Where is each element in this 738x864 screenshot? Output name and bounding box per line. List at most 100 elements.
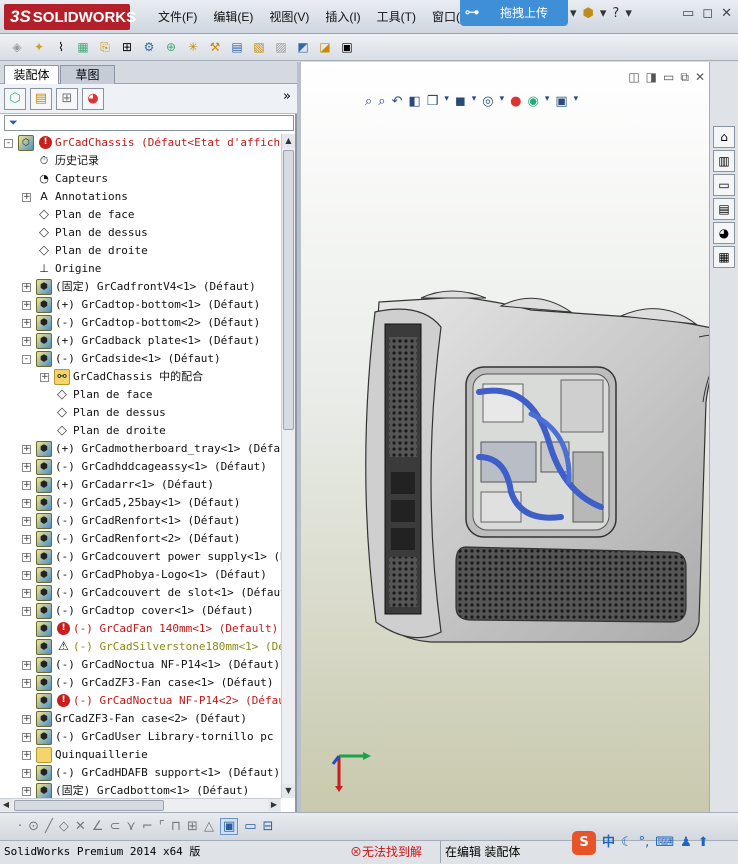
- solidworks-logo[interactable]: 3S SOLIDWORKS: [4, 4, 136, 30]
- linear-pattern-icon[interactable]: ⊞: [118, 38, 136, 56]
- property-manager-icon[interactable]: ▤: [30, 87, 52, 110]
- explode-line-sketch-icon[interactable]: ◪: [316, 38, 334, 56]
- view-palette-icon[interactable]: ▤: [713, 198, 735, 220]
- scroll-thumb[interactable]: [14, 800, 164, 811]
- tree-item[interactable]: + ⬢ (+) GrCadback plate<1> (Défaut): [0, 332, 281, 350]
- tree-item[interactable]: + ⬢ (固定) GrCadbottom<1> (Défaut): [0, 782, 281, 798]
- tree-item[interactable]: + ⬢ (+) GrCadarr<1> (Défaut): [0, 476, 281, 494]
- tree-item[interactable]: + ⬢ (-) GrCad5,25bay<1> (Défaut): [0, 494, 281, 512]
- bill-of-materials-icon[interactable]: ▨: [272, 38, 290, 56]
- mate-icon[interactable]: ⎘: [96, 38, 114, 56]
- expand-icon[interactable]: +: [22, 589, 31, 598]
- tree-item[interactable]: + Quinquaillerie: [0, 746, 281, 764]
- collapse-icon[interactable]: -: [22, 355, 31, 364]
- expand-icon[interactable]: +: [22, 517, 31, 526]
- tree-item[interactable]: + ⬢ (-) GrCadhddcageassy<1> (Défaut): [0, 458, 281, 476]
- open-icon[interactable]: ✦: [30, 38, 48, 56]
- expand-icon[interactable]: +: [22, 319, 31, 328]
- help-icon[interactable]: ?: [612, 6, 619, 21]
- tree-item[interactable]: + ⬢ (固定) GrCadfrontV4<1> (Défaut): [0, 278, 281, 296]
- chevron-down-icon[interactable]: ▾: [625, 6, 632, 21]
- expand-icon[interactable]: +: [22, 679, 31, 688]
- exploded-view-icon[interactable]: ◩: [294, 38, 312, 56]
- expand-icon[interactable]: +: [22, 733, 31, 742]
- tree-item[interactable]: + ⬢ (+) GrCadmotherboard_tray<1> (Défaut): [0, 440, 281, 458]
- tree-item[interactable]: ⬢ ⚠ (-) GrCadSilverstone180mm<1> (Défaut): [0, 638, 281, 656]
- paperclip-icon[interactable]: ⌇: [52, 38, 70, 56]
- point-icon[interactable]: ·: [18, 819, 22, 834]
- tree-item[interactable]: + ⬢ (-) GrCadtop cover<1> (Défaut): [0, 602, 281, 620]
- assembly-features-icon[interactable]: ⚒: [206, 38, 224, 56]
- polygon-icon[interactable]: ◇: [59, 819, 69, 834]
- scroll-down-icon[interactable]: ▼: [282, 784, 295, 798]
- expand-icon[interactable]: +: [22, 283, 31, 292]
- tree-item[interactable]: -⬡!GrCadChassis (Défaut<Etat d'affichage…: [0, 134, 281, 152]
- tree-item[interactable]: ⊥ Origine: [0, 260, 281, 278]
- tree-item[interactable]: ◇ Plan de face: [0, 206, 281, 224]
- tree-item[interactable]: ◇ Plan de droite: [0, 242, 281, 260]
- corner-icon[interactable]: ⌐: [142, 819, 153, 834]
- menu-tools[interactable]: 工具(T): [369, 8, 424, 25]
- expand-icon[interactable]: +: [22, 337, 31, 346]
- tree-item[interactable]: + ⬢ (+) GrCadtop-bottom<1> (Défaut): [0, 296, 281, 314]
- expand-icon[interactable]: +: [22, 715, 31, 724]
- tree-item[interactable]: + ⬢(-) GrCadUser Library-tornillo pc 16<1…: [0, 728, 281, 746]
- drag-upload-button[interactable]: ⊶ 拖拽上传: [460, 0, 568, 26]
- tree-item[interactable]: ⬢! (-) GrCadFan 140mm<1> (Default): [0, 620, 281, 638]
- expand-icon[interactable]: +: [22, 301, 31, 310]
- tree-item[interactable]: ◔ Capteurs: [0, 170, 281, 188]
- menu-file[interactable]: 文件(F): [150, 8, 205, 25]
- tree-item[interactable]: + ⬢ (-) GrCadtop-bottom<2> (Défaut): [0, 314, 281, 332]
- single-view-icon[interactable]: ▭: [244, 819, 256, 834]
- two-view-icon[interactable]: ⊟: [263, 819, 274, 834]
- restore-icon[interactable]: ◻: [702, 6, 713, 21]
- new-icon[interactable]: ◈: [8, 38, 26, 56]
- rectangle-icon[interactable]: ⌜: [159, 819, 165, 834]
- smart-fasteners-icon[interactable]: ⚙: [140, 38, 158, 56]
- punctuation-icon[interactable]: °,: [639, 832, 650, 854]
- new-motion-study-icon[interactable]: ▧: [250, 38, 268, 56]
- menu-edit[interactable]: 编辑(E): [205, 8, 261, 25]
- custom-properties-icon[interactable]: ▦: [713, 246, 735, 268]
- circle-icon[interactable]: ⊙: [28, 819, 39, 834]
- show-hidden-icon[interactable]: ✳: [184, 38, 202, 56]
- expand-icon[interactable]: +: [22, 499, 31, 508]
- grid-icon[interactable]: ⊞: [187, 819, 198, 834]
- tree-item[interactable]: ◇ Plan de droite: [0, 422, 281, 440]
- tree-item[interactable]: + ⚯ GrCadChassis 中的配合: [0, 368, 281, 386]
- more-tabs-icon[interactable]: »: [283, 89, 291, 104]
- tree-item[interactable]: ⬢! (-) GrCadNoctua NF-P14<2> (Défaut): [0, 692, 281, 710]
- status-error[interactable]: ⊗无法找到解: [350, 841, 422, 863]
- instant3d-icon[interactable]: ▣: [338, 38, 356, 56]
- expand-icon[interactable]: +: [22, 553, 31, 562]
- tree-item[interactable]: + ⬢ (-) GrCadRenfort<2> (Défaut): [0, 530, 281, 548]
- angle-icon[interactable]: ∠: [92, 819, 104, 834]
- offset-icon[interactable]: ⊂: [109, 819, 120, 834]
- tree-item[interactable]: + ⬢ (-) GrCadHDAFB support<1> (Défaut): [0, 764, 281, 782]
- scroll-up-icon[interactable]: ▲: [282, 134, 295, 148]
- design-library-icon[interactable]: ▥: [713, 150, 735, 172]
- home-icon[interactable]: ⌂: [713, 126, 735, 148]
- expand-icon[interactable]: +: [22, 787, 31, 796]
- sogou-logo-icon[interactable]: S: [572, 831, 596, 855]
- tree-item[interactable]: + ⬢ (-) GrCadZF3-Fan case<1> (Défaut): [0, 674, 281, 692]
- 3d-view-icon[interactable]: ▣: [219, 818, 239, 835]
- expand-icon[interactable]: +: [22, 535, 31, 544]
- open-file-icon[interactable]: ⬢: [583, 6, 594, 21]
- expand-icon[interactable]: +: [22, 607, 31, 616]
- line-icon[interactable]: ╱: [45, 819, 53, 834]
- minimize-icon[interactable]: ▭: [682, 6, 694, 21]
- chevron-down-icon[interactable]: ▾: [570, 6, 577, 21]
- tree-item[interactable]: + ⬢(-) GrCadcouvert power supply<1> (Défa…: [0, 548, 281, 566]
- scroll-left-icon[interactable]: ◀: [0, 799, 12, 811]
- mirror-icon[interactable]: ⋎: [126, 819, 136, 834]
- tree-item[interactable]: + ⬢ (-) GrCadNoctua NF-P14<1> (Défaut): [0, 656, 281, 674]
- reference-geometry-icon[interactable]: ▤: [228, 38, 246, 56]
- tree-item[interactable]: - ⬢ (-) GrCadside<1> (Défaut): [0, 350, 281, 368]
- collapse-icon[interactable]: -: [4, 139, 13, 148]
- tree-item[interactable]: ◇ Plan de face: [0, 386, 281, 404]
- scroll-thumb[interactable]: [283, 150, 294, 430]
- ime-language-toggle[interactable]: 中: [602, 832, 615, 854]
- dimension-icon[interactable]: ⊓: [171, 819, 181, 834]
- tree-item[interactable]: + ⬢ (-) GrCadPhobya-Logo<1> (Défaut): [0, 566, 281, 584]
